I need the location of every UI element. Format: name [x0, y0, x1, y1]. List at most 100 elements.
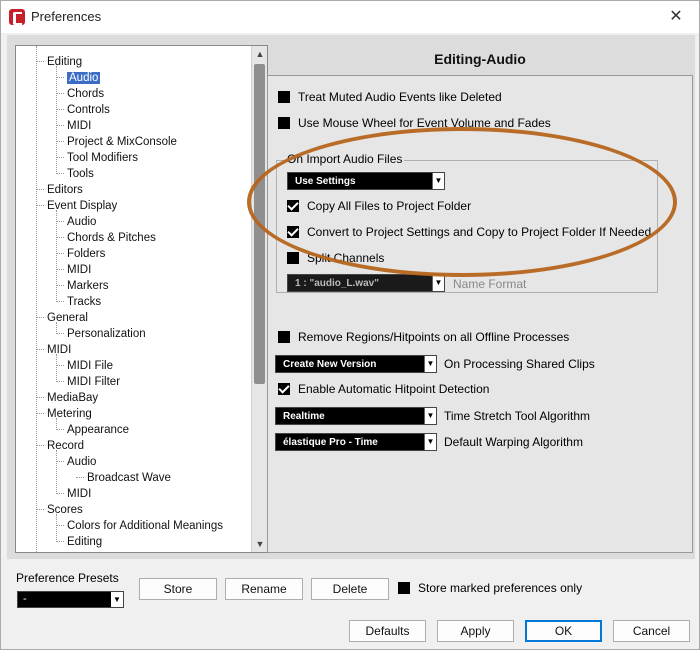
- tree-item-label: MIDI: [47, 344, 72, 356]
- tree-item-label: Chords: [67, 88, 105, 100]
- tree-item[interactable]: Metering: [36, 406, 92, 422]
- tree-item[interactable]: Audio: [56, 70, 101, 86]
- chevron-down-icon: ▼: [424, 356, 436, 372]
- tree-item[interactable]: MIDI File: [56, 358, 113, 374]
- tree-connector: [56, 365, 64, 367]
- tree-connector: [56, 381, 64, 383]
- tree-item-label: MIDI: [67, 120, 92, 132]
- tree-guide-line: [56, 322, 57, 334]
- treat-muted-checkbox[interactable]: [278, 90, 290, 103]
- tree-item[interactable]: MediaBay: [36, 390, 98, 406]
- store-marked-option[interactable]: Store marked preferences only: [398, 579, 582, 597]
- remove-regions-option[interactable]: Remove Regions/Hitpoints on all Offline …: [278, 328, 569, 346]
- tree-connector: [56, 93, 64, 95]
- store-button[interactable]: Store: [139, 578, 217, 600]
- ok-button[interactable]: OK: [525, 620, 602, 642]
- tree-item-label: Colors for Additional Meanings: [67, 520, 223, 532]
- tree-item-label: Editing: [47, 56, 83, 68]
- tree-item-label: Chords & Pitches: [67, 232, 156, 244]
- tree-connector: [36, 349, 44, 351]
- convert-checkbox[interactable]: [287, 225, 299, 238]
- tree-item[interactable]: Tracks: [56, 294, 101, 310]
- tree-item[interactable]: Audio: [56, 454, 96, 470]
- tree-item[interactable]: MIDI: [56, 262, 91, 278]
- tree-item-label: Editors: [47, 184, 83, 196]
- tree-item[interactable]: Chords: [56, 86, 104, 102]
- presets-value: -: [23, 593, 27, 605]
- copy-files-option[interactable]: Copy All Files to Project Folder: [287, 197, 471, 215]
- tree-connector: [56, 253, 64, 255]
- tree-item[interactable]: Markers: [56, 278, 109, 294]
- tree-connector: [56, 461, 64, 463]
- tree-item[interactable]: Tool Modifiers: [56, 150, 138, 166]
- convert-option[interactable]: Convert to Project Settings and Copy to …: [287, 223, 651, 241]
- shared-clips-select[interactable]: Create New Version ▼: [275, 355, 437, 373]
- tree-connector: [56, 269, 64, 271]
- tree-item[interactable]: Personalization: [56, 326, 146, 342]
- warping-label: Default Warping Algorithm: [444, 435, 583, 449]
- scroll-down-icon[interactable]: ▼: [252, 536, 267, 552]
- tree-item-label: General: [47, 312, 88, 324]
- tree-item[interactable]: Folders: [56, 246, 105, 262]
- presets-select[interactable]: - ▼: [17, 591, 124, 608]
- cancel-button[interactable]: Cancel: [613, 620, 690, 642]
- copy-files-checkbox[interactable]: [287, 199, 299, 212]
- mouse-wheel-checkbox[interactable]: [278, 116, 290, 129]
- close-button[interactable]: ✕: [653, 1, 699, 33]
- split-channels-checkbox[interactable]: [287, 251, 299, 264]
- tree-connector: [56, 525, 64, 527]
- scroll-thumb[interactable]: [254, 64, 265, 384]
- tree-item[interactable]: Event Display: [36, 198, 117, 214]
- mouse-wheel-option[interactable]: Use Mouse Wheel for Event Volume and Fad…: [278, 114, 551, 132]
- settings-box: Treat Muted Audio Events like Deleted Us…: [267, 75, 693, 553]
- split-channels-label: Split Channels: [307, 251, 385, 265]
- copy-files-label: Copy All Files to Project Folder: [307, 199, 472, 213]
- treat-muted-option[interactable]: Treat Muted Audio Events like Deleted: [278, 88, 502, 106]
- tree-item[interactable]: Record: [36, 438, 84, 454]
- apply-button[interactable]: Apply: [437, 620, 514, 642]
- remove-regions-checkbox[interactable]: [278, 330, 290, 343]
- defaults-button[interactable]: Defaults: [349, 620, 426, 642]
- tree-item[interactable]: Chords & Pitches: [56, 230, 156, 246]
- tree-item[interactable]: Broadcast Wave: [76, 470, 171, 486]
- tree-item[interactable]: Editing: [36, 54, 82, 70]
- tree-item[interactable]: MIDI: [56, 486, 91, 502]
- tree-connector: [56, 541, 64, 543]
- tree-item[interactable]: Tools: [56, 166, 94, 182]
- tree-scrollbar[interactable]: ▲ ▼: [251, 46, 267, 552]
- delete-button[interactable]: Delete: [311, 578, 389, 600]
- tree-item[interactable]: MIDI: [56, 118, 91, 134]
- scroll-up-icon[interactable]: ▲: [252, 46, 267, 62]
- warping-select[interactable]: élastique Pro - Time ▼: [275, 433, 437, 451]
- tree-connector: [56, 493, 64, 495]
- split-channels-option[interactable]: Split Channels: [287, 249, 384, 267]
- tree-item[interactable]: MIDI: [36, 342, 71, 358]
- window-title: Preferences: [31, 9, 102, 24]
- tree-rows: Editing Audio Chords Controls MIDI Project & …: [16, 46, 252, 552]
- tree-item[interactable]: Audio: [56, 214, 96, 230]
- shared-clips-label: On Processing Shared Clips: [444, 357, 595, 371]
- shared-clips-value: Create New Version: [283, 359, 377, 370]
- tree-item[interactable]: Controls: [56, 102, 110, 118]
- hitpoint-checkbox[interactable]: [278, 382, 290, 395]
- store-marked-checkbox[interactable]: [398, 581, 410, 594]
- name-format-select[interactable]: 1 : "audio_L.wav" ▼: [287, 274, 445, 292]
- convert-label: Convert to Project Settings and Copy to …: [307, 225, 652, 239]
- time-stretch-select[interactable]: Realtime ▼: [275, 407, 437, 425]
- tree-item[interactable]: General: [36, 310, 88, 326]
- tree-item[interactable]: Scores: [36, 502, 83, 518]
- tree-item[interactable]: Editing: [56, 534, 102, 550]
- cubase-app-icon: [9, 9, 25, 25]
- tree-item[interactable]: MIDI Filter: [56, 374, 120, 390]
- tree-connector: [36, 397, 44, 399]
- rename-button[interactable]: Rename: [225, 578, 303, 600]
- time-stretch-label: Time Stretch Tool Algorithm: [444, 409, 591, 423]
- hitpoint-option[interactable]: Enable Automatic Hitpoint Detection: [278, 380, 489, 398]
- tree-item[interactable]: Colors for Additional Meanings: [56, 518, 223, 534]
- tree-item-label: Folders: [67, 248, 106, 260]
- tree-item[interactable]: Appearance: [56, 422, 129, 438]
- import-settings-select[interactable]: Use Settings ▼: [287, 172, 445, 190]
- tree-item[interactable]: Editors: [36, 182, 83, 198]
- chevron-down-icon: ▼: [424, 408, 436, 424]
- tree-item[interactable]: Project & MixConsole: [56, 134, 177, 150]
